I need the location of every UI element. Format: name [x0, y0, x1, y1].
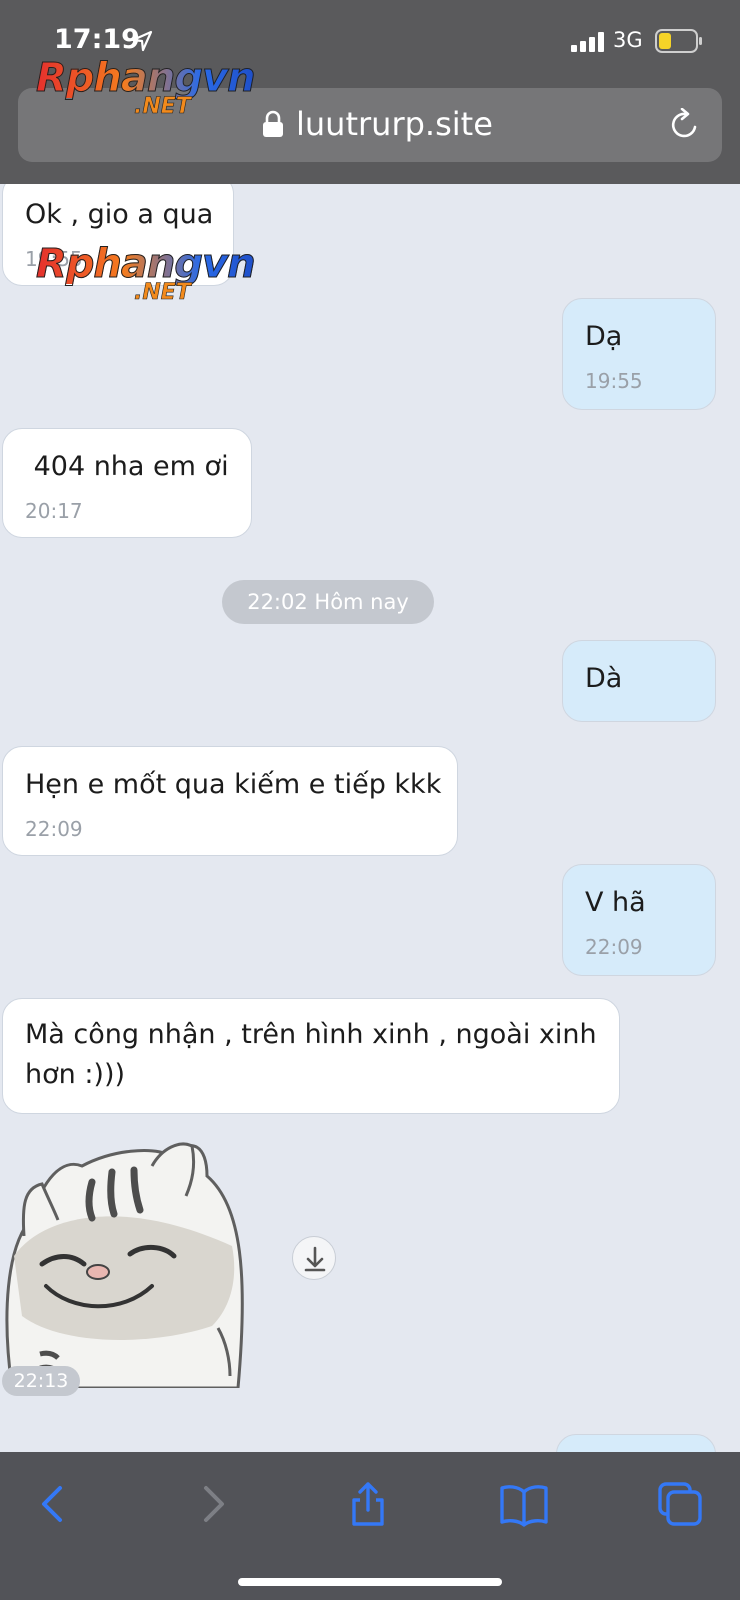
download-button[interactable]	[292, 1236, 336, 1280]
watermark-suffix: .NET	[134, 280, 191, 305]
message-bubble-incoming: 404 nha em ơi 20:17	[2, 428, 252, 538]
back-icon[interactable]	[28, 1478, 80, 1530]
message-bubble-incoming: Mà công nhận , trên hình xinh , ngoài xi…	[2, 998, 620, 1114]
lock-icon	[263, 110, 283, 137]
message-text: Dạ	[585, 321, 623, 352]
message-bubble-outgoing: Dạ 19:55	[562, 298, 716, 410]
message-bubble-outgoing: V hã 22:09	[562, 864, 716, 976]
tabs-icon[interactable]	[654, 1478, 706, 1530]
status-time: 17:19	[54, 24, 140, 55]
watermark-logo: Rphangvn .NET	[36, 241, 257, 304]
home-indicator[interactable]	[238, 1578, 502, 1586]
browser-toolbar	[0, 1452, 740, 1600]
cat-sticker[interactable]	[2, 1136, 244, 1388]
message-text: Mà công nhận , trên hình xinh , ngoài xi…	[25, 1019, 597, 1090]
share-icon[interactable]	[342, 1478, 394, 1530]
message-text: Hẹn e mốt qua kiếm e tiếp kkk	[25, 769, 442, 800]
date-separator: 22:02 Hôm nay	[222, 580, 434, 624]
network-type-label: 3G	[613, 28, 643, 52]
chat-area[interactable]: Ok , gio a qua 19:55 Dạ 19:55 404 nha em…	[0, 184, 740, 1452]
message-text: V hã	[585, 887, 646, 918]
bookmarks-icon[interactable]	[498, 1478, 550, 1530]
watermark-brand: Rphangvn	[36, 241, 257, 287]
signal-strength-icon	[571, 32, 604, 52]
message-bubble-outgoing: Dà	[562, 640, 716, 722]
location-arrow-icon	[131, 30, 153, 52]
message-time: 22:09	[585, 935, 643, 959]
message-bubble-outgoing	[556, 1434, 716, 1452]
message-text: 404 nha em ơi	[25, 451, 229, 482]
message-text: Ok , gio a qua	[25, 199, 214, 230]
watermark-suffix: .NET	[134, 94, 191, 119]
battery-icon	[655, 29, 702, 53]
watermark-brand: Rphangvn	[36, 55, 257, 101]
watermark-logo: Rphangvn .NET	[36, 55, 257, 118]
message-text: Dà	[585, 663, 623, 694]
download-icon	[304, 1246, 326, 1272]
message-bubble-incoming: Hẹn e mốt qua kiếm e tiếp kkk 22:09	[2, 746, 458, 856]
reload-icon[interactable]	[668, 108, 702, 142]
url-text: luutrurp.site	[296, 105, 493, 143]
forward-icon[interactable]	[186, 1478, 238, 1530]
message-time: 22:09	[25, 817, 83, 841]
message-time: 20:17	[25, 499, 83, 523]
sticker-time: 22:13	[2, 1366, 80, 1396]
message-time: 19:55	[585, 369, 643, 393]
